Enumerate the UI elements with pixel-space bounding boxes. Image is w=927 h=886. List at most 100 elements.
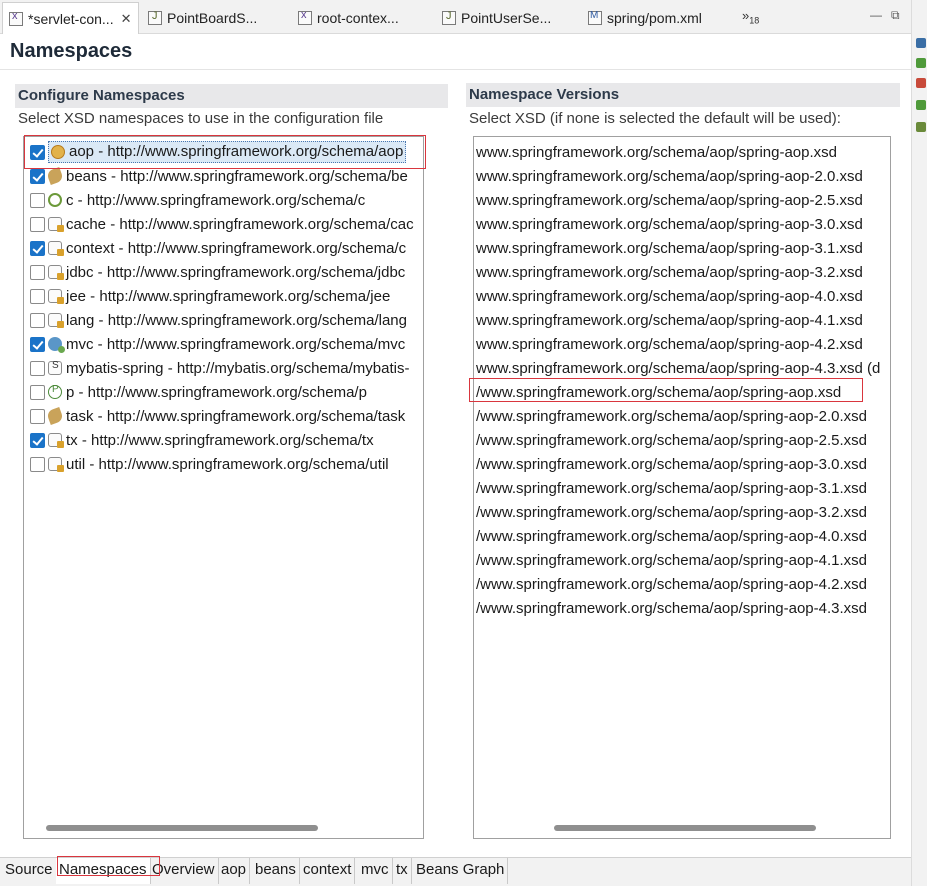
- progress-view-icon[interactable]: [916, 122, 926, 132]
- util-namespace-icon: [48, 457, 64, 472]
- cache-namespace-icon: [48, 217, 64, 232]
- console-view-icon[interactable]: [916, 100, 926, 110]
- checkbox[interactable]: [30, 456, 45, 472]
- xsd-version-item[interactable]: /www.springframework.org/schema/aop/spri…: [476, 476, 867, 500]
- namespace-item-label: aop - http://www.springframework.org/sch…: [48, 141, 407, 163]
- namespace-item-jdbc[interactable]: jdbc - http://www.springframework.org/sc…: [24, 260, 405, 284]
- mybatis-namespace-icon: [48, 360, 62, 375]
- namespace-item-p[interactable]: p - http://www.springframework.org/schem…: [24, 380, 367, 404]
- namespace-item-jee[interactable]: jee - http://www.springframework.org/sch…: [24, 284, 390, 308]
- namespace-checkbox-list[interactable]: aop - http://www.springframework.org/sch…: [23, 136, 424, 839]
- maximize-icon[interactable]: ⧉: [891, 8, 900, 23]
- xsd-version-item[interactable]: /www.springframework.org/schema/aop/spri…: [476, 500, 867, 524]
- problems-view-icon[interactable]: [916, 78, 926, 88]
- xsd-version-item[interactable]: /www.springframework.org/schema/aop/spri…: [476, 524, 867, 548]
- namespace-item-label: context - http://www.springframework.org…: [66, 239, 407, 257]
- namespace-item-task[interactable]: task - http://www.springframework.org/sc…: [24, 404, 405, 428]
- xsd-version-item[interactable]: www.springframework.org/schema/aop/sprin…: [476, 308, 863, 332]
- xsd-version-item[interactable]: www.springframework.org/schema/aop/sprin…: [476, 236, 863, 260]
- checkbox[interactable]: [30, 360, 45, 376]
- checkbox[interactable]: [30, 408, 45, 424]
- tab-servlet-context[interactable]: *servlet-con... ✕: [2, 2, 139, 34]
- checkbox[interactable]: [30, 432, 45, 448]
- xsd-version-item[interactable]: /www.springframework.org/schema/aop/spri…: [476, 572, 867, 596]
- c-namespace-icon: [48, 193, 62, 207]
- configure-namespaces-description: Select XSD namespaces to use in the conf…: [18, 110, 384, 127]
- namespace-item-label: c - http://www.springframework.org/schem…: [66, 191, 366, 209]
- xsd-version-item[interactable]: www.springframework.org/schema/aop/sprin…: [476, 212, 863, 236]
- namespace-item-lang[interactable]: lang - http://www.springframework.org/sc…: [24, 308, 407, 332]
- tab-overflow-button[interactable]: »18: [742, 8, 759, 26]
- tab-label: PointUserSe...: [461, 10, 552, 26]
- xsd-version-item[interactable]: /www.springframework.org/schema/aop/spri…: [476, 428, 867, 452]
- horizontal-scrollbar[interactable]: [554, 825, 816, 831]
- tab-root-context[interactable]: root-contex...: [298, 4, 399, 32]
- namespace-item-mvc[interactable]: mvc - http://www.springframework.org/sch…: [24, 332, 405, 356]
- xml-file-icon: [298, 9, 312, 25]
- xsd-version-item[interactable]: /www.springframework.org/schema/aop/spri…: [476, 452, 867, 476]
- tab-beans-graph[interactable]: Beans Graph: [413, 858, 509, 884]
- right-trim-toolbar: [911, 0, 927, 886]
- checkbox[interactable]: [30, 240, 45, 256]
- namespace-item-mybatis-spring[interactable]: mybatis-spring - http://mybatis.org/sche…: [24, 356, 409, 380]
- checkbox[interactable]: [30, 312, 45, 328]
- xsd-version-item[interactable]: www.springframework.org/schema/aop/sprin…: [476, 260, 863, 284]
- namespace-item-beans[interactable]: beans - http://www.springframework.org/s…: [24, 164, 408, 188]
- checkbox[interactable]: [30, 168, 45, 184]
- xsd-version-item[interactable]: /www.springframework.org/schema/aop/spri…: [476, 404, 867, 428]
- namespace-item-label: mvc - http://www.springframework.org/sch…: [66, 335, 406, 353]
- horizontal-scrollbar[interactable]: [46, 825, 318, 831]
- tab-tx[interactable]: tx: [393, 858, 412, 884]
- tab-point-board-service[interactable]: PointBoardS...: [148, 4, 257, 32]
- checkbox[interactable]: [30, 288, 45, 304]
- namespace-item-label: util - http://www.springframework.org/sc…: [66, 455, 389, 473]
- xsd-version-item[interactable]: /www.springframework.org/schema/aop/spri…: [476, 548, 867, 572]
- aop-namespace-icon: [51, 145, 65, 160]
- tab-pom-xml[interactable]: spring/pom.xml: [588, 4, 702, 32]
- namespace-item-label: jdbc - http://www.springframework.org/sc…: [66, 263, 406, 281]
- tab-context[interactable]: context: [300, 858, 356, 884]
- xsd-version-item[interactable]: www.springframework.org/schema/aop/sprin…: [476, 140, 837, 164]
- editor-page-tabs: Source Namespaces Overview aop beans con…: [0, 857, 911, 886]
- tab-point-user-service[interactable]: PointUserSe...: [442, 4, 551, 32]
- namespace-item-cache[interactable]: cache - http://www.springframework.org/s…: [24, 212, 414, 236]
- xsd-version-item[interactable]: www.springframework.org/schema/aop/sprin…: [476, 284, 863, 308]
- namespace-item-c[interactable]: c - http://www.springframework.org/schem…: [24, 188, 365, 212]
- namespace-item-tx[interactable]: tx - http://www.springframework.org/sche…: [24, 428, 374, 452]
- checkbox[interactable]: [30, 384, 45, 400]
- namespace-item-context[interactable]: context - http://www.springframework.org…: [24, 236, 406, 260]
- tab-namespaces[interactable]: Namespaces: [56, 858, 151, 884]
- tab-overview[interactable]: Overview: [149, 858, 219, 884]
- checkbox[interactable]: [30, 336, 45, 352]
- namespace-item-util[interactable]: util - http://www.springframework.org/sc…: [24, 452, 389, 476]
- task-list-icon[interactable]: [916, 58, 926, 68]
- xsd-version-item[interactable]: /www.springframework.org/schema/aop/spri…: [476, 596, 867, 620]
- xsd-version-item[interactable]: www.springframework.org/schema/aop/sprin…: [476, 164, 863, 188]
- xsd-version-item[interactable]: www.springframework.org/schema/aop/sprin…: [476, 356, 880, 380]
- tab-source[interactable]: Source: [2, 858, 57, 884]
- namespace-item-label: task - http://www.springframework.org/sc…: [66, 407, 406, 425]
- maven-pom-icon: [588, 10, 602, 25]
- tab-label: *servlet-con...: [28, 10, 114, 27]
- tab-beans[interactable]: beans: [252, 858, 300, 884]
- xsd-version-item[interactable]: www.springframework.org/schema/aop/sprin…: [476, 188, 863, 212]
- checkbox[interactable]: [30, 144, 45, 160]
- checkbox[interactable]: [30, 192, 45, 208]
- tab-label: root-contex...: [317, 10, 399, 26]
- namespace-item-label: jee - http://www.springframework.org/sch…: [66, 287, 391, 305]
- namespace-versions-header: Namespace Versions: [466, 83, 900, 107]
- minimize-icon[interactable]: —: [870, 8, 882, 22]
- jdbc-namespace-icon: [48, 265, 64, 280]
- checkbox[interactable]: [30, 264, 45, 280]
- xsd-version-item[interactable]: www.springframework.org/schema/aop/sprin…: [476, 332, 863, 356]
- checkbox[interactable]: [30, 216, 45, 232]
- namespace-item-aop[interactable]: aop - http://www.springframework.org/sch…: [24, 140, 407, 164]
- xsd-version-list[interactable]: www.springframework.org/schema/aop/sprin…: [473, 136, 891, 839]
- outline-view-icon[interactable]: [916, 38, 926, 48]
- editor-tab-bar: *servlet-con... ✕ PointBoardS... root-co…: [0, 0, 927, 34]
- close-icon[interactable]: ✕: [121, 11, 132, 27]
- tab-aop[interactable]: aop: [218, 858, 251, 884]
- tab-mvc[interactable]: mvc: [358, 858, 393, 884]
- xsd-version-item[interactable]: /www.springframework.org/schema/aop/spri…: [476, 380, 841, 404]
- divider: [0, 69, 911, 70]
